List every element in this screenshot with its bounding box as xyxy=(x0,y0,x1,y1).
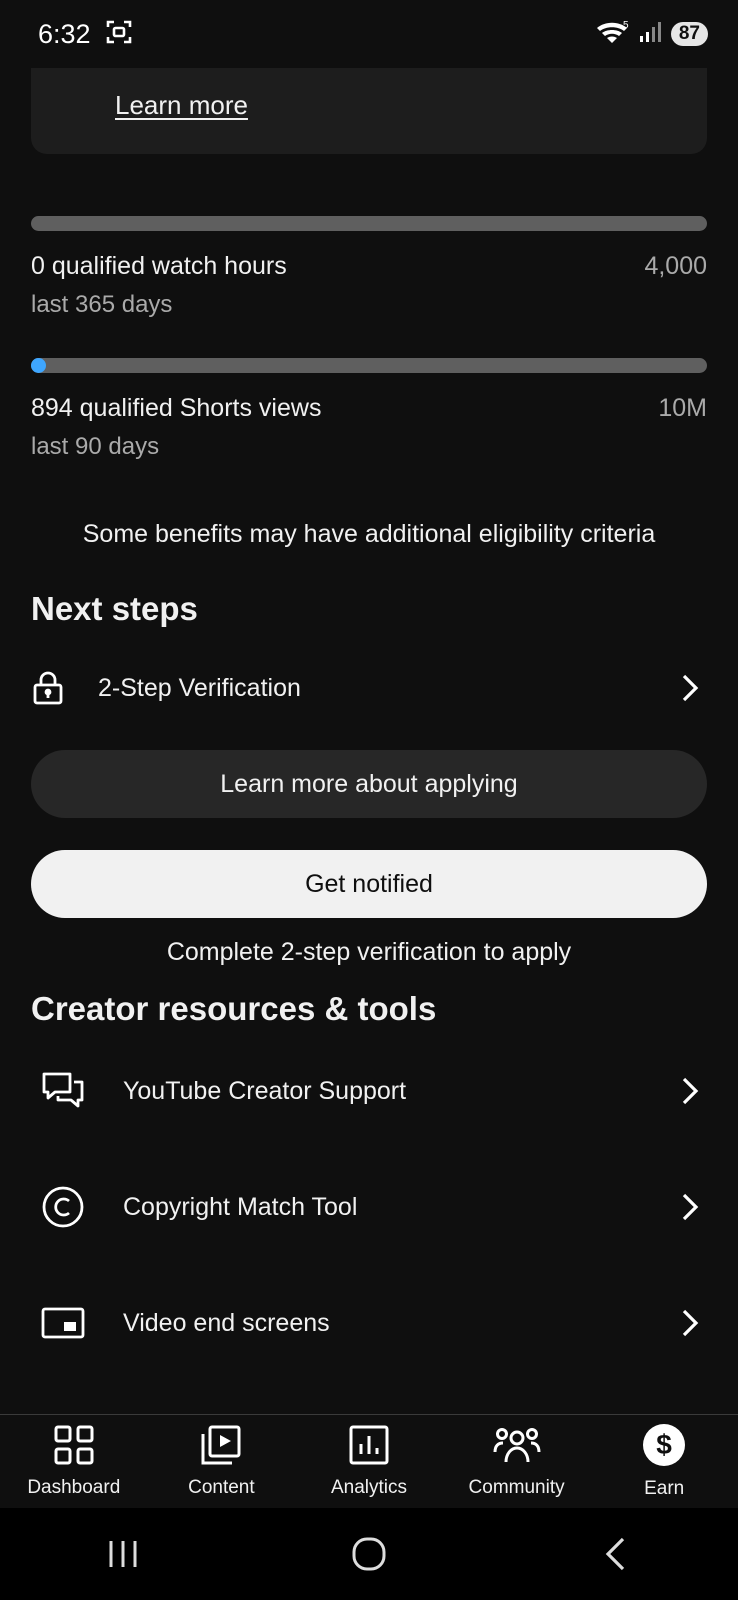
progress-period: last 90 days xyxy=(31,433,160,460)
progress-label: 0 qualified watch hours xyxy=(31,252,287,280)
watch-hours-progress: 0 qualified watch hours 4,000 last 365 d… xyxy=(31,216,707,319)
next-steps-title: Next steps xyxy=(31,590,198,627)
progress-label: 894 qualified Shorts views xyxy=(31,394,322,422)
nav-label: Earn xyxy=(644,1478,685,1499)
nav-label: Content xyxy=(188,1477,255,1498)
status-time: 6:32 xyxy=(38,18,91,49)
benefits-note: Some benefits may have additional eligib… xyxy=(82,520,656,548)
signal-icon xyxy=(639,20,663,49)
row-label: 2-Step Verification xyxy=(98,673,301,702)
copyright-icon xyxy=(31,1185,123,1229)
dashboard-icon xyxy=(53,1424,95,1471)
earn-icon: $ xyxy=(642,1423,686,1472)
end-screen-icon xyxy=(31,1306,123,1340)
svg-text:5: 5 xyxy=(623,20,629,31)
shorts-views-progress: 894 qualified Shorts views 10M last 90 d… xyxy=(31,358,707,461)
status-bar: 6:32 5 87 xyxy=(0,0,738,68)
learn-more-link[interactable]: Learn more xyxy=(115,90,248,121)
nav-content[interactable]: Content xyxy=(148,1415,296,1508)
progress-period: last 365 days xyxy=(31,291,173,318)
learn-more-about-applying-button[interactable]: Learn more about applying xyxy=(31,750,707,818)
row-label: YouTube Creator Support xyxy=(123,1076,407,1105)
progress-target: 10M xyxy=(658,394,707,422)
chevron-right-icon xyxy=(681,1192,707,1222)
battery-icon: 87 xyxy=(670,22,708,46)
nav-earn[interactable]: $ Earn xyxy=(590,1415,738,1508)
content-icon xyxy=(200,1424,242,1471)
nav-community[interactable]: Community xyxy=(443,1415,591,1508)
recent-apps-button[interactable] xyxy=(83,1524,163,1584)
wifi-icon: 5 xyxy=(595,19,631,50)
get-notified-button[interactable]: Get notified xyxy=(31,850,707,918)
system-nav-bar xyxy=(0,1508,738,1600)
chevron-right-icon xyxy=(681,1308,707,1338)
bottom-nav: Dashboard Content Analytics Community $ … xyxy=(0,1414,738,1508)
community-icon xyxy=(493,1424,541,1471)
progress-track xyxy=(31,358,707,373)
apply-note: Complete 2-step verification to apply xyxy=(166,938,572,966)
video-end-screens-row[interactable]: Video end screens xyxy=(31,1283,707,1363)
progress-target: 4,000 xyxy=(644,252,707,280)
back-button[interactable] xyxy=(575,1524,655,1584)
nav-label: Community xyxy=(468,1477,565,1498)
lock-icon xyxy=(31,670,98,706)
row-label: Copyright Match Tool xyxy=(123,1192,358,1221)
nav-analytics[interactable]: Analytics xyxy=(295,1415,443,1508)
analytics-icon xyxy=(348,1424,390,1471)
copyright-match-row[interactable]: Copyright Match Tool xyxy=(31,1167,707,1247)
screenshot-icon xyxy=(105,19,133,50)
home-button[interactable] xyxy=(329,1524,409,1584)
nav-label: Analytics xyxy=(330,1477,407,1498)
progress-track xyxy=(31,216,707,231)
svg-text:$: $ xyxy=(656,1429,672,1460)
creator-resources-title: Creator resources & tools xyxy=(31,990,437,1027)
two-step-verification-row[interactable]: 2-Step Verification xyxy=(31,653,707,723)
chat-bubbles-icon xyxy=(31,1071,123,1111)
nav-label: Dashboard xyxy=(27,1477,121,1498)
nav-dashboard[interactable]: Dashboard xyxy=(0,1415,148,1508)
info-card: Learn more xyxy=(31,68,707,154)
chevron-right-icon xyxy=(681,673,707,703)
chevron-right-icon xyxy=(681,1076,707,1106)
row-label: Video end screens xyxy=(123,1308,330,1337)
progress-fill xyxy=(31,358,46,373)
creator-support-row[interactable]: YouTube Creator Support xyxy=(31,1051,707,1131)
